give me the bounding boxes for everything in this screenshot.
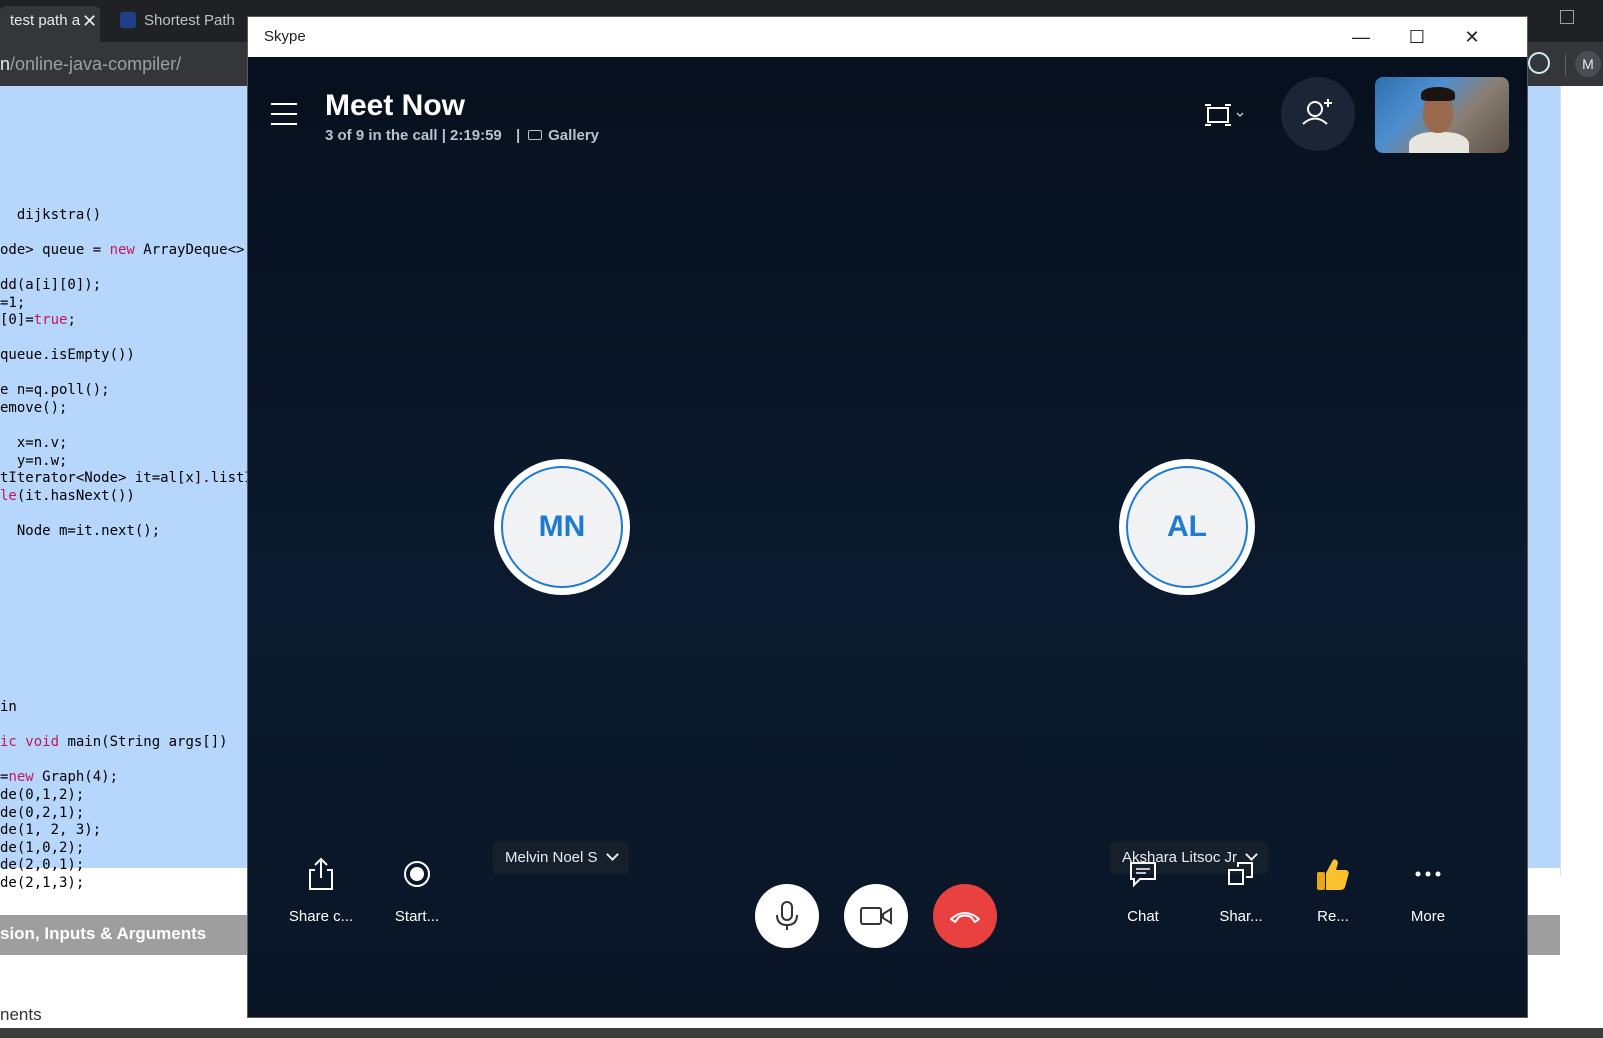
view-mode-label[interactable]: Gallery <box>548 127 599 144</box>
code-line: le(it.hasNext()) <box>0 488 135 504</box>
title-bar: Skype — ☐ ✕ <box>248 17 1527 57</box>
code-line: dijkstra() <box>0 207 102 223</box>
participant-count: 3 of 9 in the call | 2:19:59 <box>325 127 502 144</box>
section-subtitle: nents <box>0 1005 42 1024</box>
code-line: de(2,1,3); <box>0 875 85 891</box>
tab-title: Shortest Path <box>144 12 235 29</box>
url-prefix: n <box>0 54 11 74</box>
react-button[interactable]: Re... <box>1288 852 1378 925</box>
more-label: More <box>1410 908 1446 925</box>
gallery-icon <box>528 130 543 140</box>
hang-up-icon <box>950 912 980 923</box>
profile-avatar[interactable]: M <box>1575 51 1601 77</box>
code-line: =1; <box>0 295 26 311</box>
code-line: tIterator<Node> it=al[x].listI <box>0 470 253 486</box>
section-title: sion, Inputs & Arguments <box>0 924 207 943</box>
code-line: dd(a[i][0]); <box>0 277 102 293</box>
code-line: ode> queue = new ArrayDeque<>( <box>0 242 253 258</box>
code-line: y=n.w; <box>0 453 68 469</box>
share-content-icon <box>1228 862 1253 885</box>
chevron-down-icon <box>605 848 619 861</box>
code-line: de(0,2,1); <box>0 805 85 821</box>
meeting-title: Meet Now <box>325 89 466 122</box>
avatar-initials: MN <box>501 466 623 588</box>
add-people-button[interactable] <box>1281 77 1355 151</box>
participant-name-dropdown[interactable]: Melvin Noel S <box>493 842 629 874</box>
code-line: ic void main(String args[]) <box>0 734 228 750</box>
code-line: e n=q.poll(); <box>0 382 110 398</box>
chat-button[interactable]: Chat <box>1098 852 1188 925</box>
code-line: de(2,0,1); <box>0 857 85 873</box>
more-button[interactable]: More <box>1383 852 1473 925</box>
code-line: de(0,1,2); <box>0 787 85 803</box>
extension-icon[interactable] <box>1528 52 1550 74</box>
share-icon <box>309 857 333 890</box>
microphone-icon <box>776 901 798 930</box>
participant-avatar[interactable]: MN <box>494 459 630 595</box>
close-button[interactable]: ✕ <box>1449 21 1495 53</box>
add-person-icon <box>1302 99 1332 125</box>
url-text[interactable]: n/online-java-compiler/ <box>0 54 181 75</box>
taskbar-strip <box>0 1028 1603 1038</box>
avatar-initials: AL <box>1126 466 1248 588</box>
participant-name: Melvin Noel S <box>505 849 598 866</box>
chat-icon <box>1130 862 1156 888</box>
window-title: Skype <box>264 28 306 45</box>
code-line: Node m=it.next(); <box>0 523 161 539</box>
call-stage: Meet Now 3 of 9 in the call | 2:19:59 | G… <box>248 57 1527 1017</box>
maximize-button[interactable]: ☐ <box>1394 21 1440 53</box>
call-status: 3 of 9 in the call | 2:19:59 | Gallery <box>325 127 600 144</box>
code-line: emove(); <box>0 400 68 416</box>
share-screen-label: Share c... <box>288 908 354 925</box>
code-line: [0]=true; <box>0 312 76 328</box>
video-camera-icon <box>860 907 892 925</box>
share-screen-button[interactable]: Share c... <box>276 852 366 925</box>
menu-icon[interactable] <box>271 103 297 125</box>
mute-button[interactable] <box>755 884 819 948</box>
code-line: =new Graph(4); <box>0 769 119 785</box>
thumbs-up-icon <box>1317 859 1349 890</box>
browser-tab[interactable]: Shortest Path <box>110 6 245 42</box>
tab-title: test path a <box>10 12 81 29</box>
editor-scrollbar[interactable] <box>1560 86 1580 876</box>
code-line: de(1,0,2); <box>0 840 85 856</box>
video-button[interactable] <box>844 884 908 948</box>
tab-close-icon[interactable]: ✕ <box>82 6 97 36</box>
minimize-button[interactable]: — <box>1338 21 1384 53</box>
layout-toggle-icon[interactable] <box>1203 99 1247 131</box>
end-call-button[interactable] <box>933 884 997 948</box>
start-recording-label: Start... <box>394 908 440 925</box>
participant-avatar[interactable]: AL <box>1119 459 1255 595</box>
url-path: /online-java-compiler/ <box>10 54 182 74</box>
code-line: x=n.v; <box>0 435 68 451</box>
share-button[interactable]: Shar... <box>1196 852 1286 925</box>
favicon-icon <box>120 12 136 28</box>
start-recording-button[interactable]: Start... <box>372 852 462 925</box>
code-line: de(1, 2, 3); <box>0 822 102 838</box>
record-icon <box>404 861 430 887</box>
self-video-preview[interactable] <box>1375 77 1509 153</box>
react-label: Re... <box>1317 908 1349 925</box>
chat-label: Chat <box>1127 908 1159 925</box>
restore-icon[interactable] <box>1560 10 1574 24</box>
code-line: queue.isEmpty()) <box>0 347 135 363</box>
share-label: Shar... <box>1219 908 1263 925</box>
more-options-icon <box>1415 871 1441 877</box>
code-line: in <box>0 699 17 715</box>
skype-window: Skype — ☐ ✕ Meet Now 3 of 9 in the call … <box>247 16 1528 1018</box>
toolbar-divider <box>1565 54 1566 76</box>
